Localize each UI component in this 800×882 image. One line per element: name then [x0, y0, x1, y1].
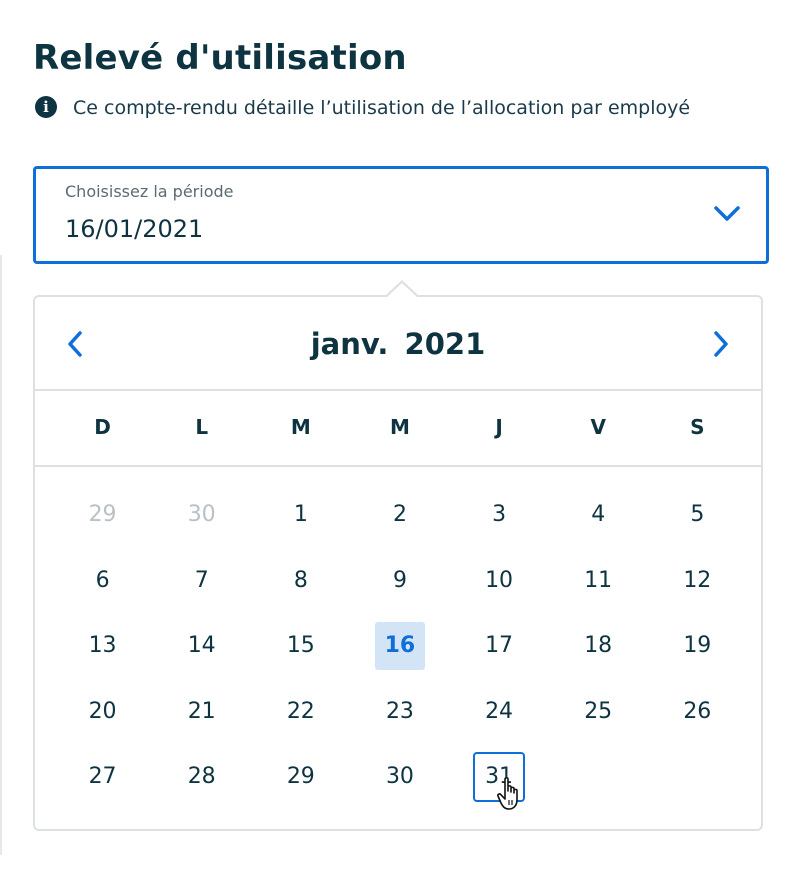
calendar-day[interactable]: 4	[549, 482, 648, 548]
left-divider	[0, 255, 2, 855]
calendar-week-row: 27 28 29 30 31	[53, 744, 747, 810]
calendar-day[interactable]: 17	[450, 613, 549, 679]
calendar-day-number: 29	[286, 764, 315, 790]
calendar-day[interactable]: 22	[251, 679, 350, 745]
weekday-label: L	[195, 415, 209, 439]
calendar-day-number: 3	[492, 502, 507, 528]
calendar-day-number: 21	[187, 698, 216, 724]
info-text: Ce compte-rendu détaille l’utilisation d…	[73, 97, 691, 119]
calendar-week-row: 6 7 8 9 10 11 12	[53, 548, 747, 614]
weekday-label: V	[590, 415, 606, 439]
calendar-day-number: 11	[584, 567, 613, 593]
page-title: Relevé d'utilisation	[33, 38, 407, 78]
calendar-day-number: 18	[584, 633, 613, 659]
calendar-day[interactable]: 3	[450, 482, 549, 548]
calendar-day-number: 23	[385, 698, 414, 724]
weekday-label: S	[690, 415, 705, 439]
calendar-day-selected[interactable]: 16	[350, 613, 449, 679]
calendar-day-number: 1	[293, 502, 308, 528]
period-field-label: Choisissez la période	[65, 182, 234, 201]
calendar-day[interactable]: 6	[53, 548, 152, 614]
period-date-field[interactable]: Choisissez la période 16/01/2021	[33, 166, 769, 264]
weekday-label: M	[389, 415, 410, 439]
info-icon: i	[35, 96, 57, 118]
weekday-header: DLMMJVS	[35, 389, 761, 467]
calendar-day[interactable]: 27	[53, 744, 152, 810]
calendar-day-number: 24	[485, 698, 514, 724]
period-field-value[interactable]: 16/01/2021	[65, 215, 203, 243]
weekday-label: D	[94, 415, 111, 439]
calendar-day[interactable]: 11	[549, 548, 648, 614]
calendar-day-number: 25	[584, 698, 613, 724]
calendar-week-row: 29 30 1 2 3 4 5	[53, 482, 747, 548]
calendar-day[interactable]: 12	[648, 548, 747, 614]
calendar-day[interactable]: 13	[53, 613, 152, 679]
calendar-grid: 29 30 1 2 3 4 5 6 7 8 9 10 11 12 13 14 15 16 17 18 19 20 21 22 2…	[53, 482, 747, 810]
calendar-day-number: 26	[683, 698, 712, 724]
calendar-day[interactable]: 15	[251, 613, 350, 679]
calendar-day-number: 7	[194, 567, 209, 593]
calendar-header: janv. 2021	[35, 297, 761, 391]
weekday-label: M	[290, 415, 311, 439]
calendar-day-number: 17	[485, 633, 514, 659]
weekday-label: J	[495, 415, 503, 439]
popup-caret-fill	[387, 283, 417, 297]
calendar-day-number: 15	[286, 633, 315, 659]
calendar-day-number: 28	[187, 764, 216, 790]
calendar-day[interactable]: 19	[648, 613, 747, 679]
calendar-day[interactable]: 2	[350, 482, 449, 548]
calendar-day[interactable]: 23	[350, 679, 449, 745]
calendar-day-number: 14	[187, 633, 216, 659]
calendar-day-number: 13	[88, 633, 117, 659]
calendar-day-number: 30	[385, 764, 414, 790]
calendar-month-label: janv. 2021	[310, 327, 486, 361]
calendar-popup: janv. 2021 DLMMJVS 29 30 1 2 3 4 5 6 7 8 9 10 11 12 13…	[33, 295, 763, 831]
calendar-day[interactable]: 28	[152, 744, 251, 810]
calendar-day-number: 27	[88, 764, 117, 790]
calendar-day[interactable]: 26	[648, 679, 747, 745]
calendar-day-outside-month[interactable]: 29	[53, 482, 152, 548]
calendar-day[interactable]: 30	[350, 744, 449, 810]
calendar-day-outside-month[interactable]: 30	[152, 482, 251, 548]
calendar-day[interactable]: 10	[450, 548, 549, 614]
calendar-day[interactable]: 29	[251, 744, 350, 810]
chevron-right-icon[interactable]	[705, 327, 735, 361]
calendar-day-number: 9	[392, 567, 407, 593]
calendar-day-number: 2	[392, 502, 407, 528]
calendar-day-number: 4	[591, 502, 606, 528]
calendar-day-number: 12	[683, 567, 712, 593]
calendar-day[interactable]: 24	[450, 679, 549, 745]
calendar-day-number: 20	[88, 698, 117, 724]
calendar-day[interactable]: 5	[648, 482, 747, 548]
calendar-day-number: 8	[293, 567, 308, 593]
calendar-day[interactable]: 8	[251, 548, 350, 614]
calendar-day[interactable]: 9	[350, 548, 449, 614]
calendar-day-number: 10	[485, 567, 514, 593]
calendar-day-number: 6	[95, 567, 110, 593]
calendar-day[interactable]: 1	[251, 482, 350, 548]
calendar-day[interactable]: 18	[549, 613, 648, 679]
calendar-day-number: 19	[683, 633, 712, 659]
calendar-day-number: 31	[473, 751, 526, 802]
calendar-day-number: 5	[690, 502, 705, 528]
calendar-day-number: 29	[88, 502, 117, 528]
calendar-day[interactable]: 7	[152, 548, 251, 614]
calendar-day[interactable]: 21	[152, 679, 251, 745]
calendar-day-number: 16	[374, 621, 425, 670]
calendar-day-hovered[interactable]: 31	[450, 744, 549, 810]
chevron-down-icon[interactable]	[712, 203, 742, 225]
calendar-week-row: 20 21 22 23 24 25 26	[53, 679, 747, 745]
calendar-day-number: 22	[286, 698, 315, 724]
calendar-day[interactable]: 25	[549, 679, 648, 745]
calendar-day[interactable]: 20	[53, 679, 152, 745]
calendar-day-number: 30	[187, 502, 216, 528]
calendar-week-row: 13 14 15 16 17 18 19	[53, 613, 747, 679]
calendar-day[interactable]: 14	[152, 613, 251, 679]
